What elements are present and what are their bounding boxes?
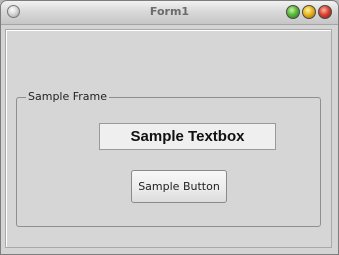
frame-label: Sample Frame xyxy=(26,90,110,104)
sample-frame: Sample Frame Sample Button xyxy=(16,90,321,227)
maximize-button-icon[interactable] xyxy=(302,5,316,19)
client-area: Sample Frame Sample Button xyxy=(5,29,332,248)
form-window: Form1 Sample Frame Sample Button xyxy=(0,0,339,255)
minimize-button-icon[interactable] xyxy=(286,5,300,19)
title-bar[interactable]: Form1 xyxy=(1,1,338,25)
close-button-icon[interactable] xyxy=(318,5,332,19)
sample-button[interactable]: Sample Button xyxy=(131,170,227,203)
sample-textbox[interactable] xyxy=(99,123,276,150)
